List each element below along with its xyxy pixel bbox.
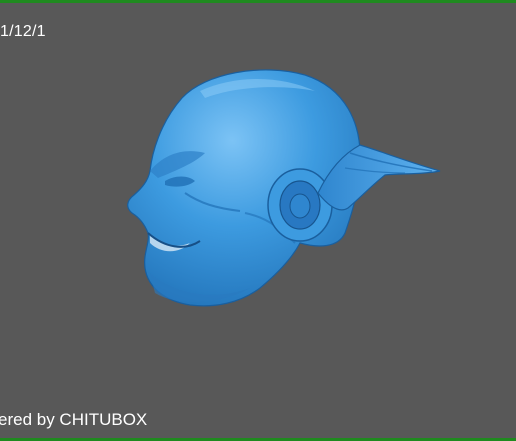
head-model-render[interactable] (0, 3, 516, 441)
watermark-text: ered by CHITUBOX (0, 410, 148, 429)
render-viewport[interactable]: 1/12/1 ered by CHITUBOX (0, 0, 516, 441)
ear-ring-hole (289, 193, 311, 219)
